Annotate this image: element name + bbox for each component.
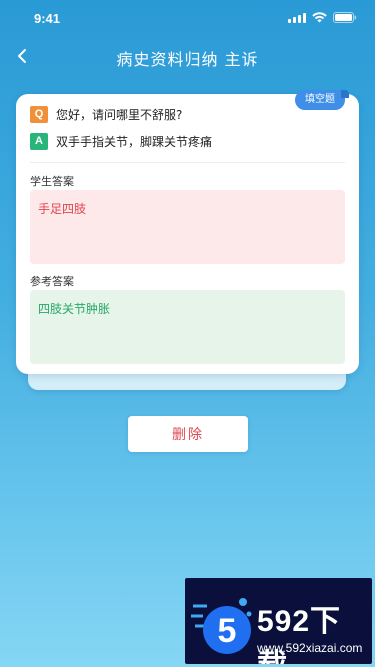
page-title: 病史资料归纳 主诉 (116, 50, 259, 69)
status-icons (288, 12, 357, 23)
cellular-signal-icon (288, 12, 306, 23)
answer-row: A 双手手指关节，脚踝关节疼痛 (30, 133, 212, 150)
watermark-logo-icon: 5 (191, 598, 252, 654)
wifi-icon (312, 12, 327, 23)
student-answer-text: 手足四肢 (38, 202, 87, 216)
status-bar: 9:41 (0, 0, 375, 36)
watermark-url: www.592xiazai.com (257, 641, 363, 655)
status-time: 9:41 (34, 11, 61, 26)
answer-tag: A (30, 133, 48, 150)
question-text: 您好，请问哪里不舒服? (56, 108, 183, 122)
reference-answer-box: 四肢关节肿胀 (30, 290, 345, 364)
watermark: 5 592下载 www.592xiazai.com (185, 578, 372, 664)
student-answer-box[interactable]: 手足四肢 (30, 190, 345, 264)
watermark-logo-digit: 5 (218, 612, 237, 650)
reference-answer-text: 四肢关节肿胀 (38, 302, 111, 316)
question-tag: Q (30, 106, 48, 123)
question-type-badge: 填空题 (295, 90, 349, 110)
question-card: 填空题 Q 您好，请问哪里不舒服? A 双手手指关节，脚踝关节疼痛 学生答案 手… (16, 90, 359, 374)
student-answer-label: 学生答案 (30, 175, 74, 188)
answer-text: 双手手指关节，脚踝关节疼痛 (56, 135, 213, 149)
reference-answer-label: 参考答案 (30, 275, 74, 288)
battery-icon (333, 12, 357, 23)
nav-bar: 病史资料归纳 主诉 (0, 36, 375, 76)
delete-button[interactable]: 删除 (128, 416, 248, 452)
question-row: Q 您好，请问哪里不舒服? (30, 106, 182, 123)
divider (30, 162, 345, 163)
